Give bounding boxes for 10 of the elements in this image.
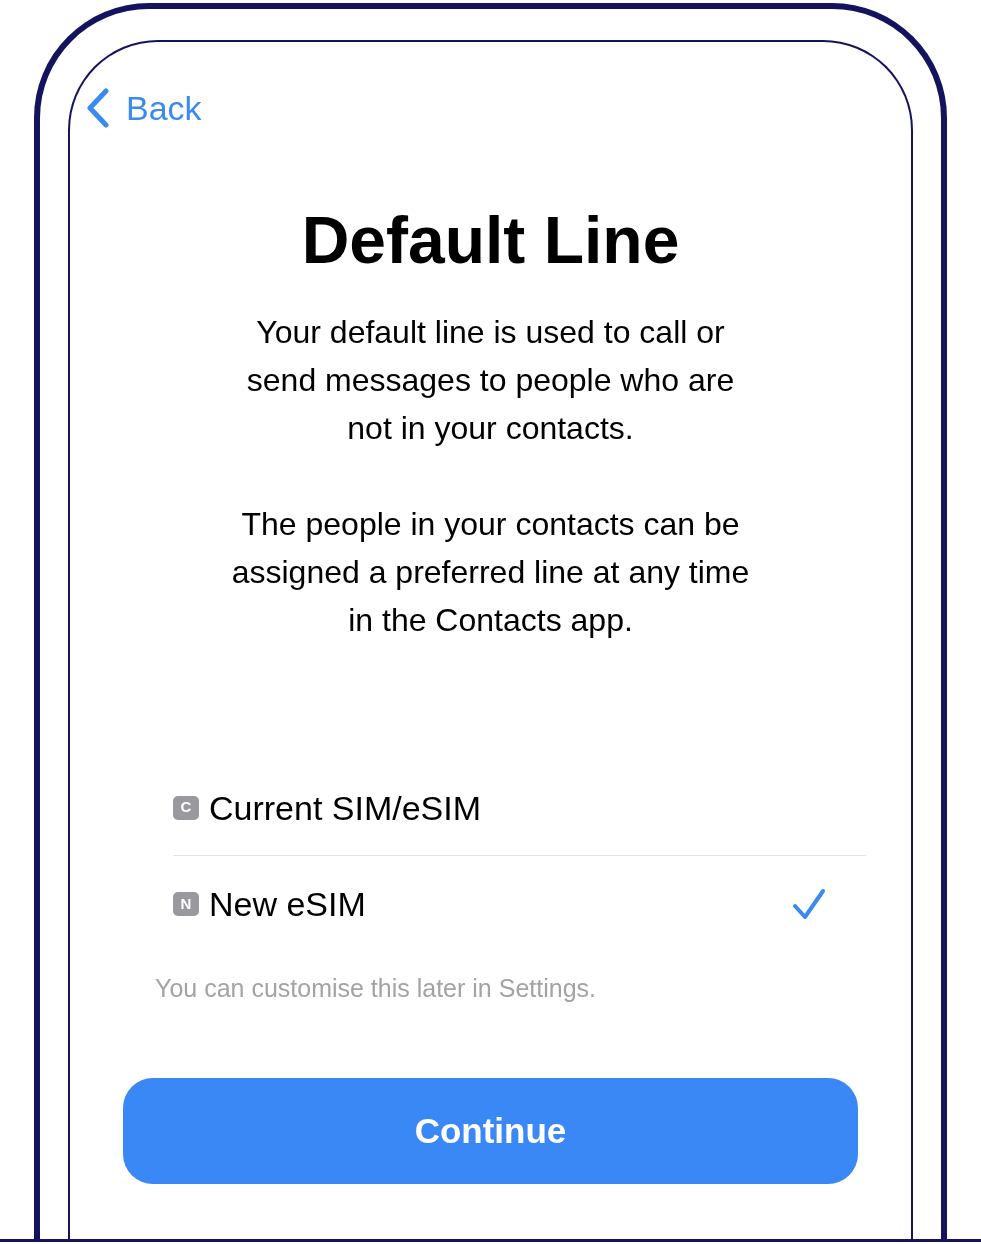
sim-badge: C: [173, 795, 199, 820]
line-label: New eSIM: [209, 884, 366, 924]
page-title: Default Line: [301, 202, 680, 278]
description-paragraph: The people in your contacts can be assigned a preferred line at any time in the Contacts app.: [230, 505, 751, 640]
settings-note: You can customise this later in Settings.: [155, 973, 597, 1004]
chevron-left-icon: [86, 88, 110, 128]
line-label: Current SIM/eSIM: [209, 787, 482, 828]
checkmark-icon: [792, 887, 826, 921]
sim-badge: N: [173, 892, 199, 916]
description-paragraph: Your default line is used to call or send messages to people who are not in your contacts.: [245, 313, 736, 448]
